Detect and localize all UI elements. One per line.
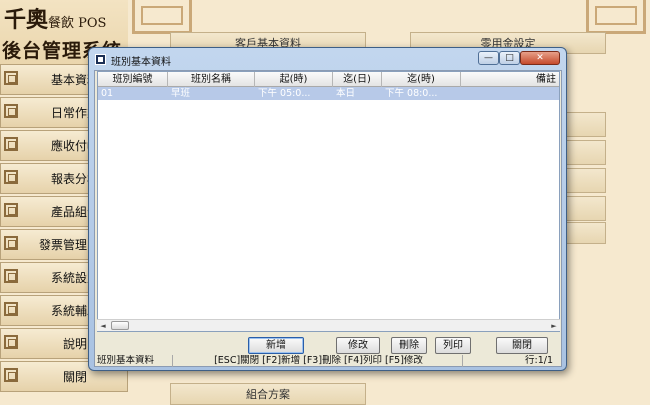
column-header-shift-id[interactable]: 班別編號: [98, 72, 168, 87]
column-header-end-time[interactable]: 迄(時): [382, 72, 461, 87]
shift-table[interactable]: 班別編號 班別名稱 起(時) 迄(日) 迄(時) 備註 01 早班 下午 05:…: [97, 71, 560, 332]
cell-shift-name: 早班: [171, 88, 191, 99]
scroll-thumb[interactable]: [111, 321, 129, 330]
close-button[interactable]: 關閉: [496, 337, 548, 354]
cell-end-time: 下午 08:0...: [385, 88, 438, 99]
close-icon[interactable]: ✕: [520, 51, 560, 65]
bg-menu-button[interactable]: [566, 222, 606, 244]
logo-subtitle: 餐飲 POS: [48, 16, 107, 31]
fret-icon: [4, 302, 18, 316]
bg-menu-button[interactable]: [566, 196, 606, 221]
fret-decoration-icon: [132, 0, 192, 34]
scroll-left-icon[interactable]: ◄: [97, 320, 109, 332]
fret-icon: [4, 203, 18, 217]
cell-start-time: 下午 05:0...: [258, 88, 311, 99]
column-header-start-time[interactable]: 起(時): [255, 72, 333, 87]
edit-button[interactable]: 修改: [336, 337, 380, 354]
fret-icon: [4, 236, 18, 250]
fret-icon: [4, 368, 18, 382]
bg-menu-button[interactable]: [566, 112, 606, 137]
shift-data-dialog: 班別基本資料 — □ ✕ 班別編號 班別名稱 起(時) 迄(日) 迄(時) 備註…: [88, 47, 567, 371]
dialog-content: 班別編號 班別名稱 起(時) 迄(日) 迄(時) 備註 01 早班 下午 05:…: [94, 70, 562, 367]
table-header: 班別編號 班別名稱 起(時) 迄(日) 迄(時) 備註: [98, 72, 559, 87]
cell-end-day: 本日: [336, 88, 356, 99]
fret-icon: [4, 71, 18, 85]
fret-icon: [4, 269, 18, 283]
scroll-right-icon[interactable]: ►: [548, 320, 560, 332]
fret-icon: [4, 335, 18, 349]
add-button[interactable]: 新增: [248, 337, 304, 354]
column-header-end-day[interactable]: 迄(日): [333, 72, 382, 87]
status-form-name: 班別基本資料: [95, 355, 173, 367]
column-header-remark[interactable]: 備註: [461, 72, 559, 87]
dialog-titlebar[interactable]: 班別基本資料 — □ ✕: [89, 48, 566, 70]
combo-plan-button[interactable]: 組合方案: [170, 383, 366, 405]
status-hotkeys: [ESC]關閉 [F2]新增 [F3]刪除 [F4]列印 [F5]修改: [173, 355, 463, 367]
status-row-count: 行:1/1: [525, 355, 553, 366]
cell-shift-id: 01: [101, 88, 114, 99]
minimize-button[interactable]: —: [478, 51, 499, 65]
fret-icon: [4, 104, 18, 118]
app-window-icon: [95, 54, 106, 65]
status-bar: 班別基本資料 [ESC]關閉 [F2]新增 [F3]刪除 [F4]列印 [F5]…: [95, 355, 561, 367]
dialog-title: 班別基本資料: [111, 57, 171, 68]
fret-icon: [4, 170, 18, 184]
bg-menu-button[interactable]: [566, 168, 606, 193]
horizontal-scrollbar[interactable]: ◄ ►: [97, 319, 560, 331]
delete-button[interactable]: 刪除: [391, 337, 427, 354]
table-row[interactable]: 01 早班 下午 05:0... 本日 下午 08:0...: [98, 87, 559, 100]
print-button[interactable]: 列印: [435, 337, 471, 354]
bg-menu-button[interactable]: [566, 140, 606, 165]
fret-icon: [4, 137, 18, 151]
maximize-button[interactable]: □: [499, 51, 520, 65]
logo-title: 千奧餐飲 POS: [4, 7, 107, 33]
column-header-shift-name[interactable]: 班別名稱: [168, 72, 255, 87]
fret-decoration-icon: [586, 0, 646, 34]
cell-remark: [461, 87, 559, 100]
